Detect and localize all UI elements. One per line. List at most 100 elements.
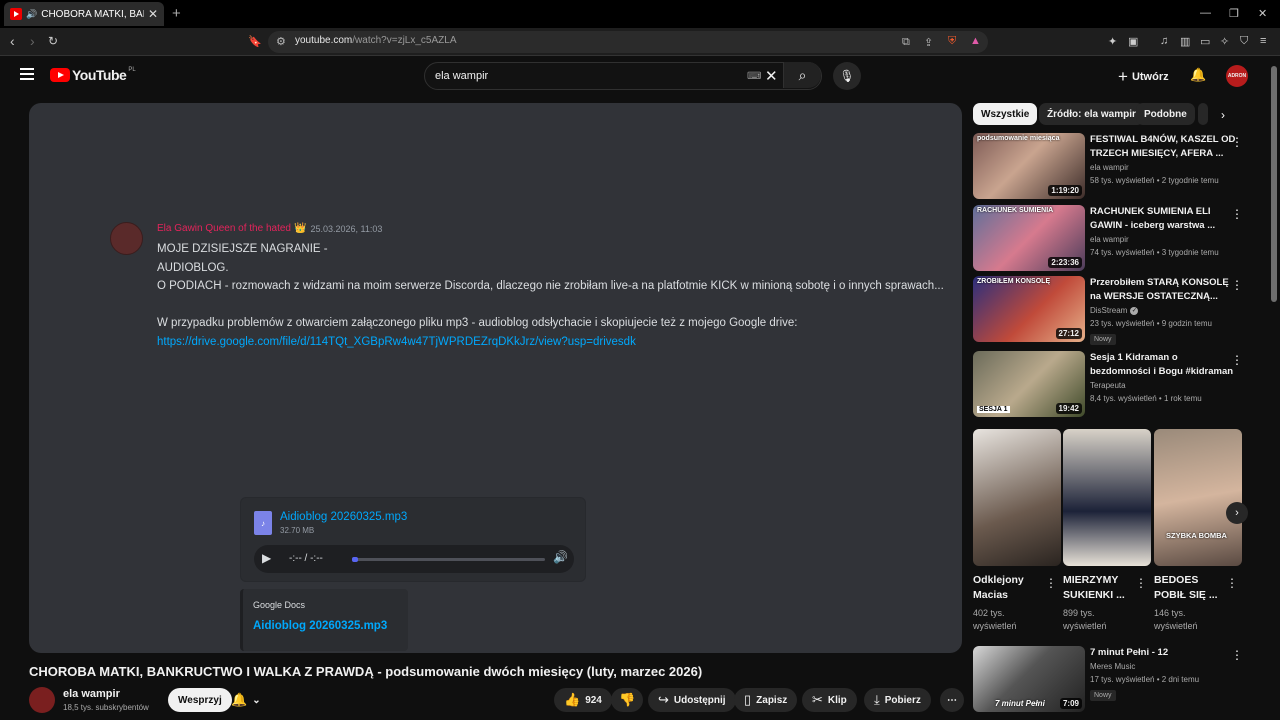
video-title[interactable]: FESTIWAL B4NÓW, KASZEL OD TRZECH MIESIĘC… xyxy=(1090,133,1240,161)
close-window-icon[interactable]: ✕ xyxy=(1258,7,1267,20)
more-actions-button[interactable]: ⋯ xyxy=(940,688,964,712)
video-meta-row: ela wampir 18,5 tys. subskrybentów Wespr… xyxy=(29,687,969,717)
drive-link[interactable]: https://drive.google.com/file/d/114TQt_X… xyxy=(157,336,636,348)
short-item[interactable]: MIERZYMY SUKIENKI ... 899 tys. wyświetle… xyxy=(1063,429,1151,633)
more-options-icon[interactable]: ⋮ xyxy=(1231,353,1243,367)
video-thumbnail[interactable]: SESJA 1 19:42 xyxy=(973,351,1085,417)
voice-search-button[interactable]: 🎙 xyxy=(833,62,861,90)
play-icon[interactable]: ▶ xyxy=(262,551,271,565)
video-thumbnail[interactable]: podsumowanie miesiąca 1:19:20 xyxy=(973,133,1085,199)
more-options-icon[interactable]: ⋮ xyxy=(1226,576,1238,590)
clip-button[interactable]: ✂ Klip xyxy=(802,688,857,712)
search-button[interactable]: ⌕ xyxy=(783,62,821,88)
video-player[interactable]: Ela Gawin Queen of the hated 👑 25.03.202… xyxy=(29,103,962,653)
video-thumbnail[interactable]: 7 minut Pełni 7:09 xyxy=(973,646,1085,712)
channel-name[interactable]: DisStream xyxy=(1090,306,1127,315)
create-button[interactable]: + Utwórz xyxy=(1118,67,1169,87)
save-button[interactable]: ▯ Zapisz xyxy=(734,688,798,712)
short-item[interactable]: Odklejony Macias 402 tys. wyświetleń ⋮ xyxy=(973,429,1061,633)
audio-progress-bar[interactable] xyxy=(352,557,545,562)
video-title[interactable]: 7 minut Pełni - 12 xyxy=(1090,646,1240,660)
support-button[interactable]: Wesprzyj xyxy=(168,688,232,712)
screenshot-icon[interactable]: ▣ xyxy=(1128,35,1138,48)
new-tab-button[interactable]: + xyxy=(172,5,181,22)
recommended-video[interactable]: 7 minut Pełni 7:09 7 minut Pełni - 12 Me… xyxy=(973,646,1263,714)
chip-all[interactable]: Wszystkie xyxy=(973,103,1038,125)
share-button[interactable]: ↪ Udostępnij xyxy=(648,688,736,712)
author-avatar xyxy=(110,222,143,255)
clear-search-icon[interactable]: ✕ xyxy=(765,67,778,85)
channel-name[interactable]: ela wampir xyxy=(1090,163,1240,172)
subscription-bell-button[interactable]: 🔔 ⌄ xyxy=(231,688,261,712)
channel-name[interactable]: ela wampir xyxy=(1090,235,1240,244)
short-thumbnail[interactable] xyxy=(1063,429,1151,566)
dislike-button[interactable]: 👎 xyxy=(611,688,644,712)
video-thumbnail[interactable]: RACHUNEK SUMIENIA 2:23:36 xyxy=(973,205,1085,271)
short-title[interactable]: Odklejony Macias xyxy=(973,573,1047,603)
address-bar[interactable]: ⚙ youtube.com/watch?v=zjLx_c5AZLA ⧉ ⇪ ⛨ … xyxy=(268,31,988,53)
chip-more[interactable] xyxy=(1198,103,1208,125)
more-options-icon[interactable]: ⋮ xyxy=(1231,207,1243,221)
shorts-next-button[interactable]: › xyxy=(1226,502,1248,524)
close-tab-icon[interactable]: ✕ xyxy=(148,7,158,21)
browser-menu-icon[interactable]: ≡ xyxy=(1260,35,1266,47)
more-options-icon[interactable]: ⋮ xyxy=(1231,648,1243,662)
volume-icon[interactable]: 🔊 xyxy=(553,550,568,564)
video-thumbnail[interactable]: ZROBIŁEM KONSOLĘ 27:12 xyxy=(973,276,1085,342)
minimize-icon[interactable]: — xyxy=(1200,7,1211,19)
back-icon[interactable]: ‹ xyxy=(10,33,15,49)
channel-name[interactable]: Meres Music xyxy=(1090,662,1240,671)
channel-avatar[interactable] xyxy=(29,687,55,713)
chevron-right-icon[interactable]: › xyxy=(1221,108,1225,122)
short-thumbnail[interactable]: SZYBKA BOMBA xyxy=(1154,429,1242,566)
more-options-icon[interactable]: ⋮ xyxy=(1231,135,1243,149)
account-avatar[interactable]: ADRON xyxy=(1226,65,1248,87)
forward-icon[interactable]: › xyxy=(30,33,35,49)
reload-icon[interactable]: ↻ xyxy=(48,34,58,48)
download-button[interactable]: ⤓ Pobierz xyxy=(864,688,931,712)
sidebar-icon[interactable]: ▥ xyxy=(1180,35,1190,48)
leo-icon[interactable]: ✧ xyxy=(1220,35,1229,48)
recommended-video[interactable]: podsumowanie miesiąca 1:19:20 FESTIWAL B… xyxy=(973,133,1263,201)
restore-icon[interactable]: ❐ xyxy=(1229,7,1239,20)
extensions-icon[interactable]: ✦ xyxy=(1108,35,1117,48)
short-thumbnail[interactable] xyxy=(973,429,1061,566)
more-options-icon[interactable]: ⋮ xyxy=(1045,576,1057,590)
video-title[interactable]: Przerobiłem STARĄ KONSOLĘ na WERSJE OSTA… xyxy=(1090,276,1240,304)
share-page-icon[interactable]: ⇪ xyxy=(924,36,933,49)
youtube-logo[interactable]: YouTube PL xyxy=(50,67,136,83)
embed-title[interactable]: Aidioblog 20260325.mp3 xyxy=(253,620,387,632)
more-options-icon[interactable]: ⋮ xyxy=(1231,278,1243,292)
bookmark-icon[interactable]: 🔖 xyxy=(248,35,262,48)
brave-shield-icon[interactable]: ⛨ xyxy=(948,35,956,48)
wallet-icon[interactable]: ▭ xyxy=(1200,35,1210,48)
like-button[interactable]: 👍 924 xyxy=(554,688,612,712)
speaker-icon[interactable]: 🔊 xyxy=(26,9,37,20)
channel-name[interactable]: Terapeuta xyxy=(1090,381,1240,390)
channel-name[interactable]: ela wampir xyxy=(63,688,120,700)
vpn-icon[interactable]: ⛉ xyxy=(1240,35,1248,48)
search-input[interactable]: ela wampir xyxy=(435,70,488,82)
short-title[interactable]: MIERZYMY SUKIENKI ... xyxy=(1063,573,1137,603)
chip-source[interactable]: Źródło: ela wampir xyxy=(1039,103,1144,125)
recommended-video[interactable]: RACHUNEK SUMIENIA 2:23:36 RACHUNEK SUMIE… xyxy=(973,205,1263,273)
page-scrollbar[interactable] xyxy=(1271,66,1277,302)
short-title[interactable]: BEDOES POBIŁ SIĘ ... xyxy=(1154,573,1228,603)
recommended-video[interactable]: ZROBIŁEM KONSOLĘ 27:12 Przerobiłem STARĄ… xyxy=(973,276,1263,345)
browser-tab[interactable]: 🔊 CHOBORA MATKI, BANKRUC ✕ xyxy=(4,2,164,26)
music-icon[interactable]: ♫ xyxy=(1160,35,1168,47)
rewards-icon[interactable]: ▲ xyxy=(970,35,981,47)
video-title[interactable]: Sesja 1 Kidraman o bezdomności i Bogu #k… xyxy=(1090,351,1240,379)
more-options-icon[interactable]: ⋮ xyxy=(1135,576,1147,590)
chip-similar[interactable]: Podobne xyxy=(1136,103,1195,125)
site-info-icon[interactable]: ⚙ xyxy=(276,35,286,48)
keyboard-icon[interactable]: ⌨ xyxy=(747,71,761,82)
hamburger-menu-icon[interactable] xyxy=(20,68,34,83)
search-box[interactable]: ela wampir ⌨ ✕ xyxy=(424,62,822,90)
short-item[interactable]: SZYBKA BOMBA BEDOES POBIŁ SIĘ ... 146 ty… xyxy=(1154,429,1242,633)
video-title[interactable]: RACHUNEK SUMIENIA ELI GAWIN - iceberg wa… xyxy=(1090,205,1240,233)
notifications-bell-icon[interactable]: 🔔 xyxy=(1190,67,1206,83)
open-in-app-icon[interactable]: ⧉ xyxy=(902,36,910,49)
recommended-video[interactable]: SESJA 1 19:42 Sesja 1 Kidraman o bezdomn… xyxy=(973,351,1263,419)
attachment-filename[interactable]: Aidioblog 20260325.mp3 xyxy=(280,511,407,523)
